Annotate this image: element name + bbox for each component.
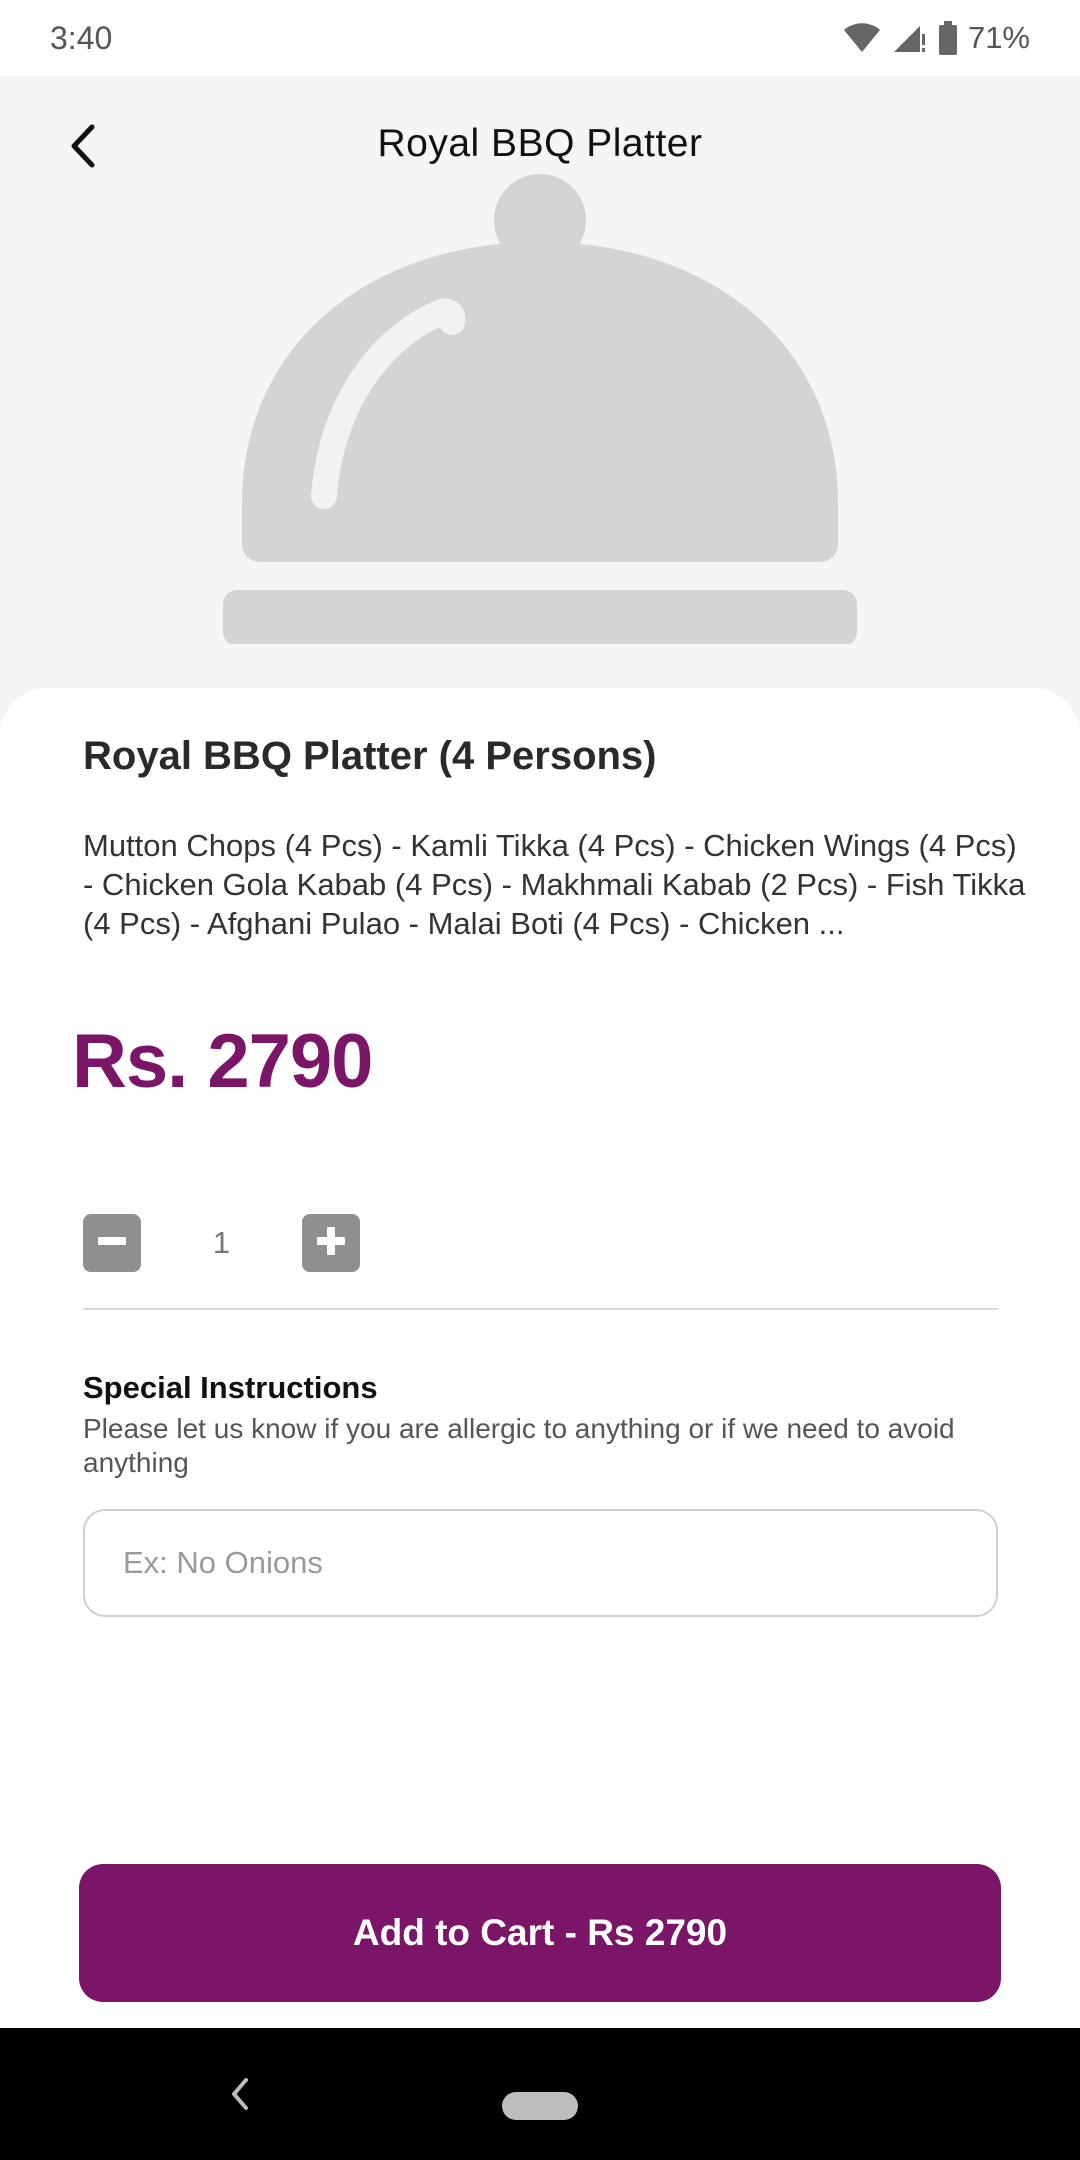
item-details-sheet: Royal BBQ Platter (4 Persons) Mutton Cho… bbox=[0, 688, 1080, 2028]
hero-header: Royal BBQ Platter bbox=[0, 76, 1080, 716]
divider bbox=[83, 1308, 998, 1310]
item-description: Mutton Chops (4 Pcs) - Kamli Tikka (4 Pc… bbox=[83, 828, 1026, 941]
food-cloche-icon bbox=[220, 174, 860, 649]
page-title: Royal BBQ Platter bbox=[377, 122, 703, 165]
item-price: Rs. 2790 bbox=[72, 1019, 373, 1104]
status-time: 3:40 bbox=[50, 19, 113, 56]
quantity-stepper: 1 bbox=[83, 1214, 360, 1272]
battery-icon bbox=[938, 21, 958, 55]
nav-home-pill[interactable] bbox=[502, 2092, 578, 2120]
quantity-value: 1 bbox=[212, 1225, 231, 1260]
nav-back-icon bbox=[232, 2078, 248, 2110]
screen: 3:40 71% Royal BBQ Platter Royal BBQ Pla… bbox=[0, 0, 1080, 2160]
plus-icon bbox=[313, 1223, 349, 1264]
wifi-icon bbox=[842, 22, 882, 54]
item-name: Royal BBQ Platter (4 Persons) bbox=[83, 734, 657, 778]
special-instructions-title: Special Instructions bbox=[83, 1370, 378, 1405]
decrement-button[interactable] bbox=[83, 1214, 141, 1272]
system-nav-bar bbox=[0, 2028, 1080, 2160]
signal-icon bbox=[892, 22, 928, 54]
add-to-cart-button[interactable]: Add to Cart - Rs 2790 bbox=[79, 1864, 1001, 2002]
special-instructions-subtitle: Please let us know if you are allergic t… bbox=[83, 1413, 955, 1478]
battery-percent: 71% bbox=[967, 20, 1030, 55]
nav-back-button[interactable] bbox=[224, 2074, 254, 2114]
increment-button[interactable] bbox=[302, 1214, 360, 1272]
special-instructions-input[interactable] bbox=[83, 1509, 998, 1617]
minus-icon bbox=[94, 1223, 130, 1264]
status-bar: 3:40 71% bbox=[0, 0, 1080, 76]
status-icons: 71% bbox=[842, 20, 1030, 56]
